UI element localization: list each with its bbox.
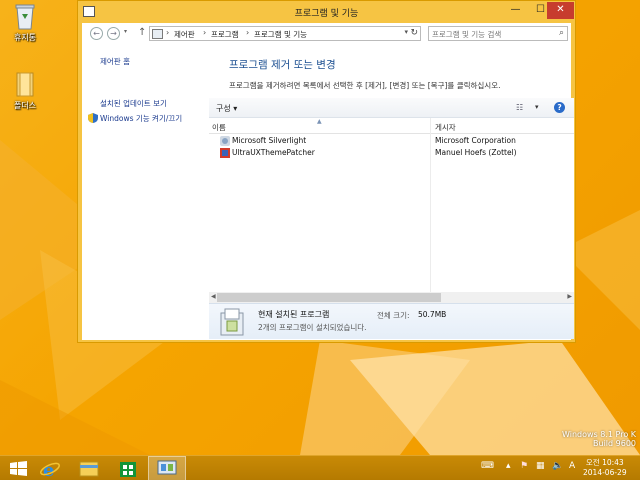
- network-icon[interactable]: ▦: [536, 461, 545, 471]
- taskbar-store[interactable]: [109, 456, 147, 480]
- breadcrumb-programs-and-features[interactable]: 프로그램 및 기능: [254, 29, 307, 40]
- help-icon[interactable]: ?: [554, 102, 565, 113]
- program-publisher: Manuel Hoefs (Zottel): [435, 148, 517, 157]
- installed-programs-title: 현재 설치된 프로그램: [258, 310, 330, 319]
- file-explorer-icon: [79, 461, 99, 477]
- clock-date: 2014-06-29: [583, 468, 627, 477]
- breadcrumb-control-panel[interactable]: 제어판: [174, 29, 195, 40]
- address-bar: ← → ▾ ↑ › 제어판 › 프로그램 › 프로그램 및 기능 ▾ ↻ ⌕: [82, 23, 571, 45]
- show-hidden-icons-chevron-icon[interactable]: ▴: [506, 461, 511, 471]
- scroll-left-icon[interactable]: ◀: [211, 293, 216, 300]
- recent-pages-chevron-icon[interactable]: ▾: [124, 28, 127, 35]
- program-list: 이름 ▲ 게시자 Microsoft Silverlight Microsoft…: [209, 118, 574, 293]
- total-size-label: 전체 크기:: [377, 311, 410, 320]
- touch-keyboard-icon[interactable]: ⌨: [481, 461, 494, 471]
- window-title: 프로그램 및 기능: [294, 9, 359, 19]
- search-input[interactable]: [432, 28, 550, 40]
- build-watermark: Windows 8.1 Pro K Build 9600: [562, 430, 636, 448]
- forward-arrow-icon: →: [110, 29, 117, 38]
- control-panel-home-link[interactable]: 제어판 홈: [100, 56, 130, 67]
- recycle-bin-label: 휴지통: [13, 33, 37, 42]
- refresh-icon[interactable]: ↻: [410, 28, 418, 38]
- breadcrumb-separator-icon[interactable]: ›: [246, 28, 249, 37]
- ultraux-app-icon: [220, 148, 230, 158]
- minimize-button[interactable]: —: [503, 2, 528, 19]
- taskbar-control-panel[interactable]: [148, 456, 186, 480]
- breadcrumb-programs[interactable]: 프로그램: [211, 29, 239, 40]
- volume-icon[interactable]: 🔈: [552, 461, 563, 471]
- command-bar: 구성 ▾ ☷ ▾ ?: [80, 98, 574, 118]
- svg-text:e: e: [43, 460, 54, 480]
- details-pane: 현재 설치된 프로그램 전체 크기: 50.7MB 2개의 프로그램이 설치되었…: [209, 303, 574, 339]
- control-panel-icon: [157, 460, 177, 475]
- view-options-chevron-icon[interactable]: ▾: [535, 103, 539, 111]
- breadcrumb: › 제어판 › 프로그램 › 프로그램 및 기능 ▾ ↻: [149, 26, 421, 41]
- internet-explorer-icon: e: [40, 460, 60, 480]
- task-pane: 제어판 홈 설치된 업데이트 보기 Windows 기능 켜기/끄기: [82, 45, 206, 340]
- title-bar[interactable]: 프로그램 및 기능 — ☐ ✕: [78, 1, 575, 23]
- control-panel-icon: [152, 29, 163, 39]
- command-bar-strip: 구성 ▾ ☷ ▾ ?: [209, 98, 574, 118]
- taskbar-internet-explorer[interactable]: e: [31, 456, 69, 480]
- taskbar: e ⌨ ▴ ⚑ ▦ 🔈 A 오전 10:43 2014-06-29: [0, 455, 640, 480]
- watermark-edition: Windows 8.1 Pro K: [562, 430, 636, 439]
- program-name: UltraUXThemePatcher: [232, 148, 315, 157]
- folder-icon: [16, 72, 34, 97]
- action-center-flag-icon[interactable]: ⚑: [520, 461, 528, 471]
- list-header: 이름 ▲ 게시자: [209, 118, 574, 134]
- silverlight-app-icon: [220, 136, 230, 146]
- program-publisher: Microsoft Corporation: [435, 136, 516, 145]
- organize-menu[interactable]: 구성 ▾: [216, 103, 237, 114]
- breadcrumb-separator-icon[interactable]: ›: [166, 28, 169, 37]
- recycle-bin-desktop-icon[interactable]: 휴지통: [1, 2, 49, 43]
- search-box[interactable]: ⌕: [428, 26, 568, 41]
- scroll-right-icon[interactable]: ▶: [567, 293, 572, 300]
- page-description: 프로그램을 제거하려면 목록에서 선택한 후 [제거], [변경] 또는 [복구…: [229, 81, 501, 90]
- system-clock[interactable]: 오전 10:43 2014-06-29: [583, 458, 627, 478]
- recycle-bin-icon: [15, 4, 35, 30]
- input-language-indicator[interactable]: A: [569, 461, 575, 471]
- up-arrow-icon[interactable]: ↑: [138, 27, 146, 38]
- taskbar-file-explorer[interactable]: [70, 456, 108, 480]
- program-name: Microsoft Silverlight: [232, 136, 307, 145]
- clock-time: 오전 10:43: [585, 458, 624, 467]
- sort-ascending-icon: ▲: [317, 118, 322, 125]
- folder-desktop-icon[interactable]: 폴더스: [1, 70, 49, 111]
- organize-label: 구성: [216, 104, 231, 113]
- watermark-build: Build 9600: [593, 439, 636, 448]
- folder-label: 폴더스: [13, 101, 37, 110]
- breadcrumb-separator-icon[interactable]: ›: [203, 28, 206, 37]
- store-icon: [120, 462, 136, 477]
- scrollbar-thumb[interactable]: [217, 293, 441, 302]
- column-header-publisher[interactable]: 게시자: [435, 122, 456, 133]
- page-title: 프로그램 제거 또는 변경: [229, 59, 336, 71]
- address-dropdown-icon[interactable]: ▾: [404, 28, 408, 36]
- installed-count: 2개의 프로그램이 설치되었습니다.: [258, 323, 367, 332]
- forward-button[interactable]: →: [107, 27, 120, 40]
- chevron-down-icon: ▾: [233, 104, 238, 113]
- column-header-name[interactable]: 이름: [212, 122, 226, 133]
- list-item[interactable]: UltraUXThemePatcher Manuel Hoefs (Zottel…: [209, 147, 574, 159]
- horizontal-scrollbar[interactable]: ◀ ▶: [209, 292, 574, 303]
- back-button[interactable]: ←: [90, 27, 103, 40]
- view-details-icon[interactable]: ☷: [516, 103, 523, 112]
- search-icon[interactable]: ⌕: [559, 28, 564, 38]
- close-button[interactable]: ✕: [547, 2, 574, 19]
- installer-box-icon: [220, 308, 244, 336]
- back-arrow-icon: ←: [93, 29, 100, 38]
- list-item[interactable]: Microsoft Silverlight Microsoft Corporat…: [209, 135, 574, 147]
- total-size-value: 50.7MB: [418, 310, 447, 319]
